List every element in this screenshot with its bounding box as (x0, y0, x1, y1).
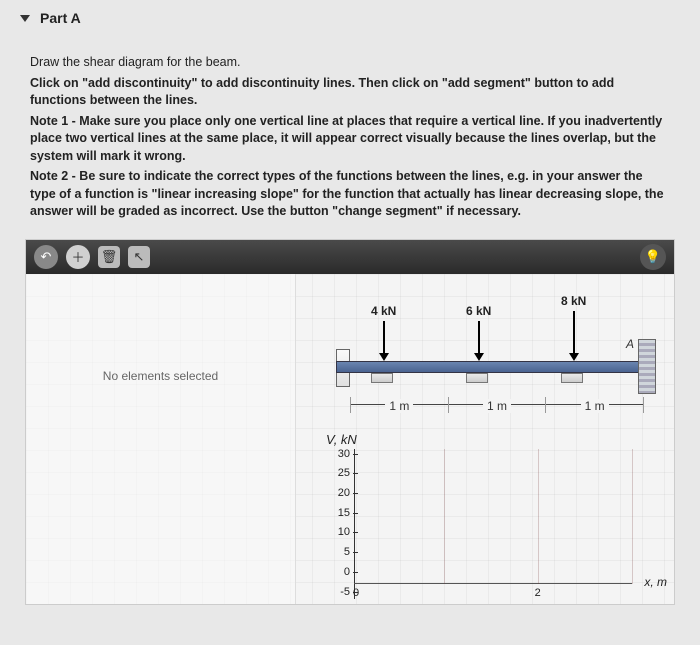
y-tick: 20 (326, 487, 354, 499)
force-arrow-3: 8 kN (561, 294, 586, 361)
dimension-row: 1 m 1 m 1 m (350, 397, 644, 413)
point-a-label: A (626, 337, 634, 351)
undo-button[interactable]: ↶ (34, 245, 58, 269)
x-axis-label: x, m (644, 575, 667, 589)
instruction-note1: Note 1 - Make sure you place only one ve… (30, 113, 670, 166)
gridline (632, 449, 633, 584)
dim-label: 1 m (385, 399, 413, 413)
y-tick: 5 (326, 546, 354, 558)
toolbar: ↶ ＋ 🗑 ↖ 💡 (26, 240, 674, 274)
y-tick: -5 (326, 586, 354, 598)
undo-icon: ↶ (41, 249, 52, 265)
gridline (444, 449, 445, 584)
hint-button[interactable]: 💡 (640, 244, 666, 270)
y-tick: 15 (326, 507, 354, 519)
cursor-icon: ↖ (134, 249, 145, 265)
instruction-line: Click on "add discontinuity" to add disc… (30, 75, 670, 110)
beam (336, 361, 654, 373)
right-support (638, 339, 656, 394)
y-tick: 10 (326, 526, 354, 538)
gridline (538, 449, 539, 584)
y-tick: 0 (326, 566, 354, 578)
collapse-toggle-icon[interactable] (20, 15, 30, 22)
add-button[interactable]: ＋ (66, 245, 90, 269)
x-axis (354, 583, 632, 584)
load-pedestal (371, 373, 393, 383)
force-arrow-1: 4 kN (371, 304, 396, 361)
y-axis-label: V, kN (326, 432, 357, 447)
instructions-block: Draw the shear diagram for the beam. Cli… (20, 49, 680, 239)
force-label: 8 kN (561, 294, 586, 308)
trash-icon: 🗑 (101, 249, 118, 265)
instruction-note2: Note 2 - Be sure to indicate the correct… (30, 168, 670, 221)
load-pedestal (561, 373, 583, 383)
force-arrow-2: 6 kN (466, 304, 491, 361)
load-pedestal (466, 373, 488, 383)
force-label: 4 kN (371, 304, 396, 318)
shear-diagram-plot[interactable]: V, kN x, m 30 25 20 15 10 5 0 -5 0 (326, 444, 662, 599)
dim-label: 1 m (483, 399, 511, 413)
drawing-canvas-panel: ↶ ＋ 🗑 ↖ 💡 No elements selected 4 kN 6 kN (25, 239, 675, 605)
delete-button[interactable]: 🗑 (98, 246, 120, 268)
dim-label: 1 m (581, 399, 609, 413)
plus-icon: ＋ (71, 247, 84, 266)
instruction-line: Draw the shear diagram for the beam. (30, 54, 670, 72)
part-title: Part A (40, 10, 81, 26)
empty-selection-message: No elements selected (103, 369, 218, 383)
cursor-button[interactable]: ↖ (128, 246, 150, 268)
drawing-area[interactable]: 4 kN 6 kN 8 kN A (296, 274, 674, 604)
y-tick: 25 (326, 467, 354, 479)
lightbulb-icon: 💡 (645, 249, 661, 265)
y-axis (354, 449, 355, 599)
y-tick: 30 (326, 448, 354, 460)
x-tick: 2 (535, 587, 541, 599)
selection-panel: No elements selected (26, 274, 296, 604)
beam-figure: 4 kN 6 kN 8 kN A (296, 279, 664, 439)
x-tick: 0 (353, 587, 359, 599)
force-label: 6 kN (466, 304, 491, 318)
